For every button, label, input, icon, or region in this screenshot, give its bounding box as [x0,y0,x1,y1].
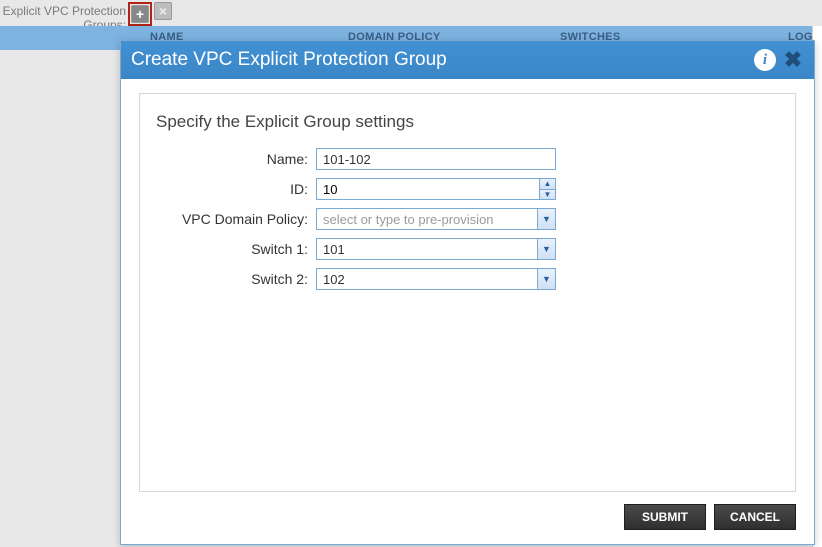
id-input[interactable] [317,179,539,199]
submit-button[interactable]: SUBMIT [624,504,706,530]
label-vpc-domain-policy: VPC Domain Policy: [156,211,316,227]
vpc-domain-policy-combo[interactable]: ▼ [316,208,556,230]
switch2-input[interactable] [317,269,537,289]
switch1-combo[interactable]: ▼ [316,238,556,260]
stepper-up-icon[interactable]: ▲ [540,179,555,190]
delete-button[interactable]: × [154,2,172,20]
label-switch2: Switch 2: [156,271,316,287]
plus-icon: + [136,7,144,21]
label-switch1: Switch 1: [156,241,316,257]
add-button[interactable]: + [131,5,149,23]
switch2-combo[interactable]: ▼ [316,268,556,290]
form-panel: Specify the Explicit Group settings Name… [139,93,796,492]
x-icon: × [159,4,167,18]
chevron-down-icon[interactable]: ▼ [537,269,555,289]
dialog-titlebar: Create VPC Explicit Protection Group i ✖ [121,41,814,79]
cancel-button[interactable]: CANCEL [714,504,796,530]
name-input[interactable] [316,148,556,170]
close-icon[interactable]: ✖ [782,49,804,71]
add-button-highlight: + [128,2,152,26]
stepper-down-icon[interactable]: ▼ [540,190,555,200]
vpc-domain-policy-input[interactable] [317,209,537,229]
label-name: Name: [156,151,316,167]
chevron-down-icon[interactable]: ▼ [537,209,555,229]
label-id: ID: [156,181,316,197]
dialog-title: Create VPC Explicit Protection Group [131,49,447,71]
section-heading: Specify the Explicit Group settings [156,112,779,132]
switch1-input[interactable] [317,239,537,259]
create-vpc-dialog: Create VPC Explicit Protection Group i ✖… [120,40,815,545]
chevron-down-icon[interactable]: ▼ [537,239,555,259]
info-icon[interactable]: i [754,49,776,71]
id-stepper[interactable]: ▲ ▼ [316,178,556,200]
